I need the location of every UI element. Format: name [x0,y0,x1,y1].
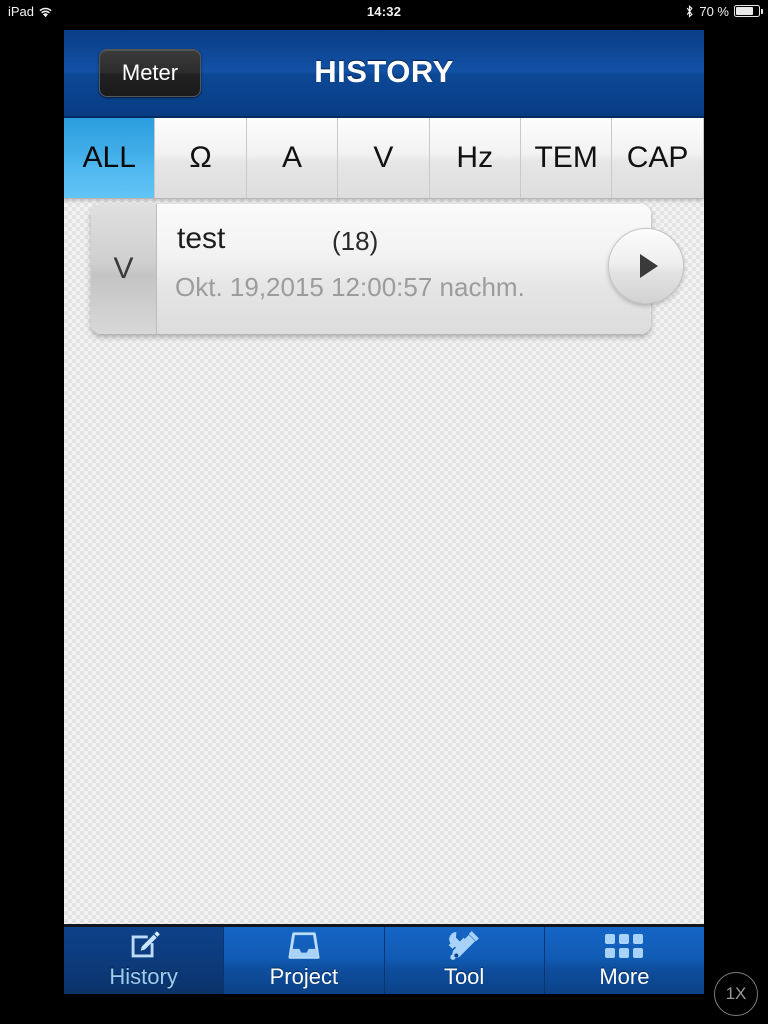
measurement-type-badge: V [91,204,157,334]
list-item-count: (18) [332,226,379,256]
list-item[interactable]: V test (18) Okt. 19,2015 12:00:57 nachm. [91,204,684,334]
list-item-body: test (18) Okt. 19,2015 12:00:57 nachm. [157,204,684,334]
list-item-date: Okt. 19,2015 12:00:57 nachm. [175,272,525,302]
filter-tab-capacitance[interactable]: CAP [612,118,704,198]
tab-more[interactable]: More [544,927,704,994]
battery-icon [734,5,763,17]
filter-tab-all[interactable]: ALL [64,118,156,198]
tab-project-label: Project [269,964,339,989]
navigation-bar: Meter HISTORY [64,30,704,118]
tab-tool[interactable]: Tool [384,927,545,994]
play-arrow-icon [639,254,658,278]
page-title: HISTORY [314,54,454,89]
wrench-screwdriver-icon [446,927,482,964]
bluetooth-icon [685,4,694,18]
tab-project[interactable]: Project [224,927,385,994]
battery-percent-label: 70 % [699,3,729,19]
app-window: Meter HISTORY ALL Ω A V Hz TEM CAP V tes… [64,30,704,994]
note-pencil-icon [125,926,163,964]
ios-status-bar: iPad 14:32 70 % [0,0,768,22]
filter-tab-ampere[interactable]: A [246,118,339,198]
history-list: V test (18) Okt. 19,2015 12:00:57 nachm. [64,199,704,924]
tab-more-label: More [599,964,650,989]
grid-dots-icon [605,927,644,964]
disclosure-button[interactable] [608,228,684,304]
ipad-screen: iPad 14:32 70 % Meter HISTORY ALL Ω A V … [0,0,768,1024]
inbox-tray-icon [285,927,323,964]
bottom-tab-bar: History Project Tool More [64,924,704,994]
status-bar-clock: 14:32 [366,3,402,19]
list-item-title: test [177,222,226,255]
tab-history-label: History [109,964,178,989]
scale-toggle-button[interactable]: 1X [714,972,758,1016]
tab-tool-label: Tool [443,964,485,989]
measurement-filter-tabs: ALL Ω A V Hz TEM CAP [64,118,704,199]
tab-history[interactable]: History [64,926,225,994]
status-bar-right: 70 % [685,3,763,19]
filter-tab-temperature[interactable]: TEM [520,118,613,198]
filter-tab-ohm[interactable]: Ω [155,118,247,198]
filter-tab-hertz[interactable]: Hz [429,118,521,198]
filter-tab-volt[interactable]: V [338,118,430,198]
